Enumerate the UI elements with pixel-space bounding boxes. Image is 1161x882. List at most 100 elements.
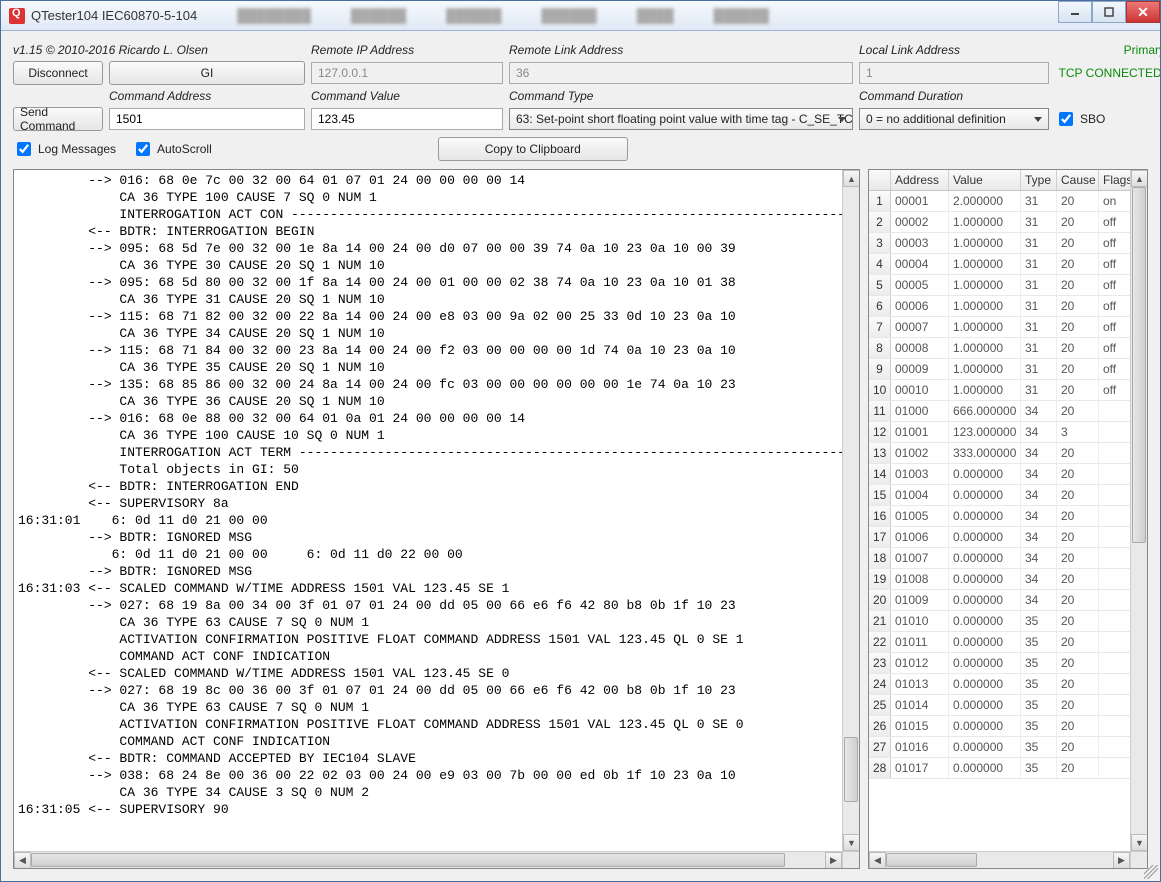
tcp-status: TCP CONNECTED! xyxy=(1055,66,1160,80)
local-link-input[interactable] xyxy=(859,62,1049,84)
scroll-right-icon[interactable]: ▶ xyxy=(825,852,842,869)
table-row[interactable]: 1000012.0000003120on xyxy=(869,191,1147,212)
table-row[interactable]: 21010100.0000003520 xyxy=(869,611,1147,632)
table-row[interactable]: 5000051.0000003120off xyxy=(869,275,1147,296)
table-cell: 20 xyxy=(1057,737,1099,757)
table-row[interactable]: 14010030.0000003420 xyxy=(869,464,1147,485)
grid-scroll-down-icon[interactable]: ▼ xyxy=(1131,834,1148,851)
table-row[interactable]: 16010050.0000003420 xyxy=(869,506,1147,527)
grid-scroll-left-icon[interactable]: ◀ xyxy=(869,852,886,869)
sbo-check-input[interactable] xyxy=(1059,112,1073,126)
grid-vscroll-thumb[interactable] xyxy=(1132,187,1146,543)
grid-header-cause[interactable]: Cause xyxy=(1057,170,1099,190)
table-row[interactable]: 1301002333.0000003420 xyxy=(869,443,1147,464)
table-cell: 11 xyxy=(869,401,891,421)
cmd-dur-select[interactable]: 0 = no additional definition xyxy=(859,108,1049,130)
table-row[interactable]: 6000061.0000003120off xyxy=(869,296,1147,317)
table-row[interactable]: 2000021.0000003120off xyxy=(869,212,1147,233)
resize-grip-icon[interactable] xyxy=(1144,865,1158,879)
cmd-val-label: Command Value xyxy=(311,89,503,103)
remote-ip-input[interactable] xyxy=(311,62,503,84)
table-row[interactable]: 1201001123.000000343 xyxy=(869,422,1147,443)
table-row[interactable]: 7000071.0000003120off xyxy=(869,317,1147,338)
copy-clipboard-button[interactable]: Copy to Clipboard xyxy=(438,137,628,161)
log-vscroll-thumb[interactable] xyxy=(844,737,858,802)
scroll-up-icon[interactable]: ▲ xyxy=(843,170,860,187)
grid-header-type[interactable]: Type xyxy=(1021,170,1057,190)
grid-header[interactable]: Address Value Type Cause Flags xyxy=(869,170,1147,191)
scroll-down-icon[interactable]: ▼ xyxy=(843,834,860,851)
log-vscrollbar[interactable]: ▲ ▼ xyxy=(842,170,859,851)
table-row[interactable]: 10000101.0000003120off xyxy=(869,380,1147,401)
table-cell: 0.000000 xyxy=(949,569,1021,589)
table-row[interactable]: 22010110.0000003520 xyxy=(869,632,1147,653)
cmd-addr-input[interactable] xyxy=(109,108,305,130)
grid-hscrollbar[interactable]: ◀ ▶ xyxy=(869,851,1130,868)
cmd-val-input[interactable] xyxy=(311,108,503,130)
table-cell: 0.000000 xyxy=(949,737,1021,757)
table-row[interactable]: 17010060.0000003420 xyxy=(869,527,1147,548)
table-row[interactable]: 9000091.0000003120off xyxy=(869,359,1147,380)
log-text[interactable]: --> 016: 68 0e 7c 00 32 00 64 01 07 01 2… xyxy=(14,170,859,868)
table-cell: 31 xyxy=(1021,254,1057,274)
table-cell: 6 xyxy=(869,296,891,316)
table-cell: 1.000000 xyxy=(949,317,1021,337)
table-row[interactable]: 4000041.0000003120off xyxy=(869,254,1147,275)
autoscroll-checkbox[interactable]: AutoScroll xyxy=(132,139,212,159)
table-row[interactable]: 25010140.0000003520 xyxy=(869,695,1147,716)
grid-header-address[interactable]: Address xyxy=(891,170,949,190)
table-cell: 0.000000 xyxy=(949,548,1021,568)
cmd-type-select[interactable]: 63: Set-point short floating point value… xyxy=(509,108,853,130)
remote-link-input[interactable] xyxy=(509,62,853,84)
grid-vscrollbar[interactable]: ▲ ▼ xyxy=(1130,170,1147,851)
scroll-left-icon[interactable]: ◀ xyxy=(14,852,31,869)
table-row[interactable]: 1101000666.0000003420 xyxy=(869,401,1147,422)
sbo-checkbox[interactable]: SBO xyxy=(1055,109,1160,129)
table-cell: 20 xyxy=(1057,275,1099,295)
grid-header-rownum[interactable] xyxy=(869,170,891,190)
titlebar[interactable]: QTester104 IEC60870-5-104 ██████████████… xyxy=(1,1,1160,31)
table-row[interactable]: 3000031.0000003120off xyxy=(869,233,1147,254)
table-cell: 20 xyxy=(1057,401,1099,421)
close-button[interactable]: ✕ xyxy=(1126,1,1160,23)
grid-scroll-right-icon[interactable]: ▶ xyxy=(1113,852,1130,869)
maximize-button[interactable] xyxy=(1092,1,1126,23)
table-cell: 01009 xyxy=(891,590,949,610)
log-hscroll-thumb[interactable] xyxy=(31,853,785,867)
table-row[interactable]: 23010120.0000003520 xyxy=(869,653,1147,674)
table-row[interactable]: 28010170.0000003520 xyxy=(869,758,1147,779)
send-command-button[interactable]: Send Command xyxy=(13,107,103,131)
sbo-label: SBO xyxy=(1080,112,1105,126)
table-cell: 20 xyxy=(1057,611,1099,631)
table-cell: 01013 xyxy=(891,674,949,694)
table-row[interactable]: 8000081.0000003120off xyxy=(869,338,1147,359)
grid-scroll-up-icon[interactable]: ▲ xyxy=(1131,170,1148,187)
table-cell: 20 xyxy=(1057,758,1099,778)
table-row[interactable]: 27010160.0000003520 xyxy=(869,737,1147,758)
table-cell: 20 xyxy=(1057,485,1099,505)
log-messages-checkbox[interactable]: Log Messages xyxy=(13,139,116,159)
table-cell: 31 xyxy=(1021,317,1057,337)
log-hscrollbar[interactable]: ◀ ▶ xyxy=(14,851,842,868)
cmd-dur-value: 0 = no additional definition xyxy=(866,112,1006,126)
gi-button[interactable]: GI xyxy=(109,61,305,85)
grid-hscroll-thumb[interactable] xyxy=(886,853,977,867)
table-row[interactable]: 19010080.0000003420 xyxy=(869,569,1147,590)
grid-header-value[interactable]: Value xyxy=(949,170,1021,190)
table-cell: 1 xyxy=(869,191,891,211)
log-check-input[interactable] xyxy=(17,142,31,156)
table-cell: 01010 xyxy=(891,611,949,631)
table-row[interactable]: 18010070.0000003420 xyxy=(869,548,1147,569)
table-row[interactable]: 15010040.0000003420 xyxy=(869,485,1147,506)
autoscroll-check-input[interactable] xyxy=(136,142,150,156)
table-row[interactable]: 20010090.0000003420 xyxy=(869,590,1147,611)
table-cell: 31 xyxy=(1021,212,1057,232)
table-row[interactable]: 26010150.0000003520 xyxy=(869,716,1147,737)
table-cell: 01012 xyxy=(891,653,949,673)
disconnect-button[interactable]: Disconnect xyxy=(13,61,103,85)
table-cell: 31 xyxy=(1021,359,1057,379)
minimize-button[interactable] xyxy=(1058,1,1092,23)
table-cell: 1.000000 xyxy=(949,212,1021,232)
autoscroll-label: AutoScroll xyxy=(157,142,212,156)
table-row[interactable]: 24010130.0000003520 xyxy=(869,674,1147,695)
